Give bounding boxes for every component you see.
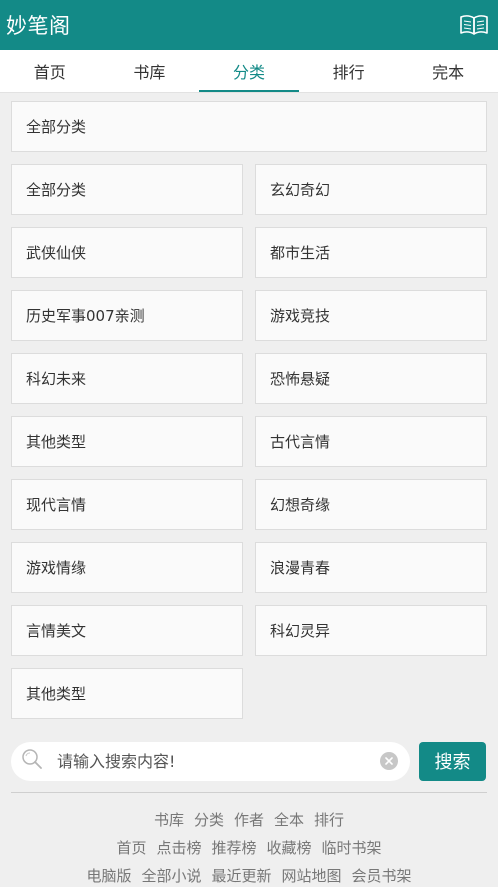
clear-icon[interactable] xyxy=(380,752,398,770)
app-title[interactable]: 妙笔阁 xyxy=(6,10,71,40)
footer-link-member-shelf[interactable]: 会员书架 xyxy=(352,865,412,886)
category-content: 全部分类 全部分类 玄幻奇幻 武侠仙侠 都市生活 历史军事007亲测 游戏竞技 … xyxy=(0,93,498,887)
footer-link-ranking[interactable]: 排行 xyxy=(314,809,344,830)
category-item[interactable]: 现代言情 xyxy=(11,479,243,530)
category-item[interactable]: 幻想奇缘 xyxy=(255,479,487,530)
search-icon xyxy=(21,748,43,774)
footer-link-recent-updates[interactable]: 最近更新 xyxy=(211,865,271,886)
footer-link-sitemap[interactable]: 网站地图 xyxy=(282,865,342,886)
category-item[interactable]: 玄幻奇幻 xyxy=(255,164,487,215)
category-item[interactable]: 全部分类 xyxy=(11,164,243,215)
category-item[interactable]: 其他类型 xyxy=(11,668,243,719)
category-item[interactable]: 言情美文 xyxy=(11,605,243,656)
category-item[interactable]: 科幻未来 xyxy=(11,353,243,404)
category-item[interactable]: 其他类型 xyxy=(11,416,243,467)
main-tabs: 首页 书库 分类 排行 完本 xyxy=(0,50,498,93)
category-item[interactable]: 武侠仙侠 xyxy=(11,227,243,278)
category-item[interactable]: 历史军事007亲测 xyxy=(11,290,243,341)
search-box[interactable] xyxy=(11,741,410,781)
top-bar: 妙笔阁 xyxy=(0,0,498,50)
open-book-icon[interactable] xyxy=(458,12,490,38)
footer-link-home[interactable]: 首页 xyxy=(116,837,146,858)
footer-link-authors[interactable]: 作者 xyxy=(234,809,264,830)
tab-home[interactable]: 首页 xyxy=(0,50,100,92)
category-item[interactable]: 都市生活 xyxy=(255,227,487,278)
footer-link-clicks[interactable]: 点击榜 xyxy=(156,837,201,858)
footer: 书库 分类 作者 全本 排行 首页 点击榜 推荐榜 收藏榜 临时书架 电脑版 全… xyxy=(11,793,487,887)
search-input[interactable] xyxy=(57,751,380,771)
tab-ranking[interactable]: 排行 xyxy=(299,50,399,92)
footer-row-3: 电脑版 全部小说 最近更新 网站地图 会员书架 xyxy=(11,861,487,887)
category-item[interactable]: 浪漫青春 xyxy=(255,542,487,593)
category-grid: 全部分类 玄幻奇幻 武侠仙侠 都市生活 历史军事007亲测 游戏竞技 科幻未来 … xyxy=(11,164,487,719)
footer-link-categories[interactable]: 分类 xyxy=(194,809,224,830)
tab-categories[interactable]: 分类 xyxy=(199,50,299,92)
all-categories-header[interactable]: 全部分类 xyxy=(11,101,487,152)
search-row: 搜索 xyxy=(11,741,487,781)
footer-link-desktop[interactable]: 电脑版 xyxy=(86,865,131,886)
tab-completed[interactable]: 完本 xyxy=(398,50,498,92)
footer-link-all-novels[interactable]: 全部小说 xyxy=(141,865,201,886)
category-item[interactable]: 恐怖悬疑 xyxy=(255,353,487,404)
footer-link-complete[interactable]: 全本 xyxy=(274,809,304,830)
tab-library[interactable]: 书库 xyxy=(100,50,200,92)
footer-row-2: 首页 点击榜 推荐榜 收藏榜 临时书架 xyxy=(11,833,487,861)
category-item[interactable]: 游戏情缘 xyxy=(11,542,243,593)
category-item[interactable]: 游戏竞技 xyxy=(255,290,487,341)
footer-link-temp-shelf[interactable]: 临时书架 xyxy=(322,837,382,858)
footer-link-favorites[interactable]: 收藏榜 xyxy=(267,837,312,858)
search-button[interactable]: 搜索 xyxy=(419,741,486,781)
footer-link-library[interactable]: 书库 xyxy=(154,809,184,830)
category-item[interactable]: 科幻灵异 xyxy=(255,605,487,656)
footer-link-recommended[interactable]: 推荐榜 xyxy=(211,837,256,858)
category-item[interactable]: 古代言情 xyxy=(255,416,487,467)
footer-row-1: 书库 分类 作者 全本 排行 xyxy=(11,805,487,833)
